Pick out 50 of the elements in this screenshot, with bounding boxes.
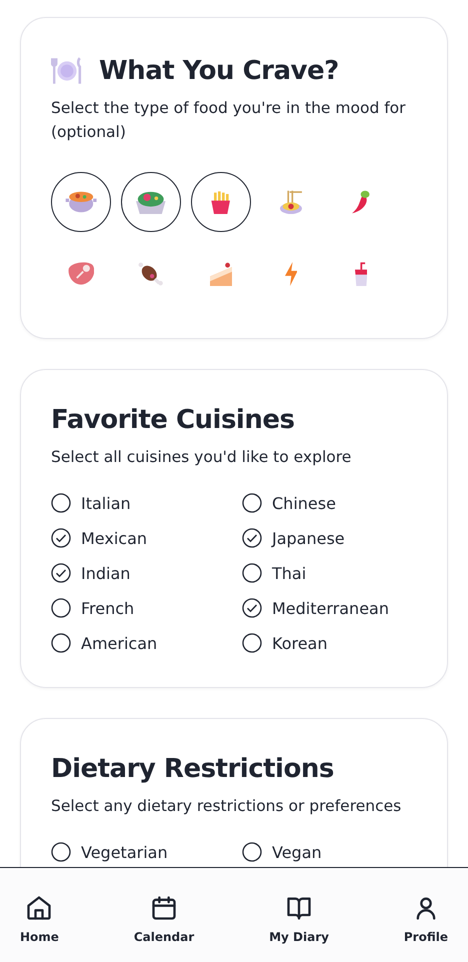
checked-circle-icon[interactable] <box>51 528 71 548</box>
stew-pot-icon <box>64 190 98 214</box>
checked-circle-icon[interactable] <box>51 563 71 583</box>
calendar-icon <box>150 894 178 922</box>
option-label[interactable]: Chinese <box>272 494 336 512</box>
empty-circle-icon[interactable] <box>51 598 71 618</box>
chili-pepper-icon <box>352 190 370 214</box>
plate-icon <box>51 56 83 86</box>
home-icon <box>25 894 54 922</box>
section-title: Favorite Cuisines <box>51 405 296 435</box>
option-label[interactable]: American <box>81 634 158 652</box>
fries-icon <box>210 190 232 214</box>
option-label[interactable]: Italian <box>81 494 131 512</box>
option-label[interactable]: Vegan <box>272 842 322 862</box>
section-subtitle: Select all cuisines you'd like to explore <box>51 447 352 468</box>
section-subtitle: Select the type of food you're in the mood for (optional) <box>51 98 407 143</box>
option-label[interactable]: Vegetarian <box>81 842 168 862</box>
nav-tab[interactable]: Home <box>12 868 67 962</box>
food-option-selected[interactable] <box>121 172 181 232</box>
empty-circle-icon[interactable] <box>51 842 71 862</box>
section-title: Dietary Restrictions <box>51 754 335 784</box>
cup-icon <box>355 262 367 286</box>
food-option-selected[interactable] <box>51 172 111 232</box>
nav-tab[interactable]: Profile <box>396 868 456 962</box>
empty-circle-icon[interactable] <box>242 563 262 583</box>
option-label[interactable]: Mexican <box>81 528 148 548</box>
steak-icon <box>68 262 94 286</box>
spaghetti-icon <box>280 190 302 214</box>
lightning-icon <box>284 262 298 286</box>
option-label[interactable]: Thai <box>272 564 306 582</box>
section-subtitle: Select any dietary restrictions or preferences <box>51 796 402 817</box>
checked-circle-icon[interactable] <box>242 528 262 548</box>
checked-circle-icon[interactable] <box>242 598 262 618</box>
empty-circle-icon[interactable] <box>51 493 71 513</box>
empty-circle-icon[interactable] <box>51 633 71 653</box>
salad-bowl-icon <box>136 190 166 214</box>
section-title: What You Crave? <box>99 56 339 86</box>
cake-slice-icon <box>210 262 232 286</box>
option-label[interactable]: Indian <box>81 564 130 582</box>
option-label[interactable]: Mediterranean <box>272 598 389 618</box>
food-option-selected[interactable] <box>191 172 251 232</box>
nav-tab[interactable]: Calendar <box>126 868 202 962</box>
option-label[interactable]: Japanese <box>272 528 345 548</box>
empty-circle-icon[interactable] <box>242 842 262 862</box>
nav-tab[interactable]: My Diary <box>261 868 337 962</box>
drumstick-icon <box>138 262 164 286</box>
empty-circle-icon[interactable] <box>242 493 262 513</box>
option-label[interactable]: Korean <box>272 634 328 652</box>
empty-circle-icon[interactable] <box>242 633 262 653</box>
option-label[interactable]: French <box>81 598 134 618</box>
